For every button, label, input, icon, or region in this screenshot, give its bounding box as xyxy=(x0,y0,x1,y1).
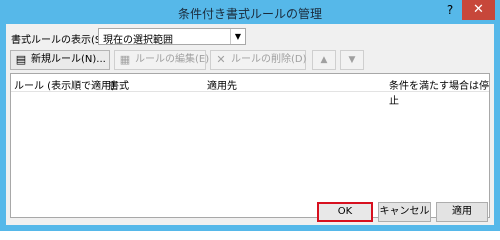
delete-rule-label: ルールの削除(D) xyxy=(231,54,307,65)
column-header-format[interactable]: 書式 xyxy=(109,77,129,92)
cancel-button[interactable]: キャンセル xyxy=(378,202,431,222)
column-header-stop-if-true[interactable]: 条件を満たす場合は停止 xyxy=(389,77,489,107)
close-button[interactable]: ✕ xyxy=(462,0,495,20)
edit-rule-icon: ▦ xyxy=(119,53,131,66)
title-bar: 条件付き書式ルールの管理 ? ✕ xyxy=(0,0,500,24)
new-rule-icon: ▤ xyxy=(15,53,27,66)
delete-x-icon: ✕ xyxy=(216,53,226,66)
scope-dropdown[interactable]: 現在の選択範囲 ▼ xyxy=(98,28,246,46)
scope-selected-value: 現在の選択範囲 xyxy=(103,35,173,46)
new-rule-label: 新規ルール(N)... xyxy=(31,54,106,65)
edit-rule-label: ルールの編集(E)... xyxy=(135,54,219,65)
column-header-rule[interactable]: ルール (表示順で適用) xyxy=(14,77,115,92)
delete-rule-button[interactable]: ✕ ルールの削除(D) xyxy=(210,50,307,70)
apply-button[interactable]: 適用 xyxy=(436,202,488,222)
chevron-down-icon[interactable]: ▼ xyxy=(230,29,245,44)
scope-label: 書式ルールの表示(S): xyxy=(11,35,109,46)
new-rule-button[interactable]: ▤ 新規ルール(N)... xyxy=(10,50,110,70)
dialog-title: 条件付き書式ルールの管理 xyxy=(177,7,322,21)
dialog-window: 条件付き書式ルールの管理 ? ✕ 書式ルールの表示(S): 現在の選択範囲 ▼ … xyxy=(0,0,500,231)
dialog-body: 書式ルールの表示(S): 現在の選択範囲 ▼ ▤ 新規ルール(N)... ▦ ル… xyxy=(6,24,494,225)
arrow-down-icon: ▼ xyxy=(348,55,356,65)
move-down-button[interactable]: ▼ xyxy=(340,50,364,70)
rules-list[interactable]: ルール (表示順で適用) 書式 適用先 条件を満たす場合は停止 xyxy=(10,73,490,218)
help-button[interactable]: ? xyxy=(444,3,456,17)
move-up-button[interactable]: ▲ xyxy=(312,50,336,70)
arrow-up-icon: ▲ xyxy=(320,55,328,65)
ok-button[interactable]: OK xyxy=(317,202,373,222)
list-header: ルール (表示順で適用) 書式 適用先 条件を満たす場合は停止 xyxy=(11,74,489,107)
column-header-applies-to[interactable]: 適用先 xyxy=(207,77,237,92)
edit-rule-button[interactable]: ▦ ルールの編集(E)... xyxy=(114,50,219,70)
